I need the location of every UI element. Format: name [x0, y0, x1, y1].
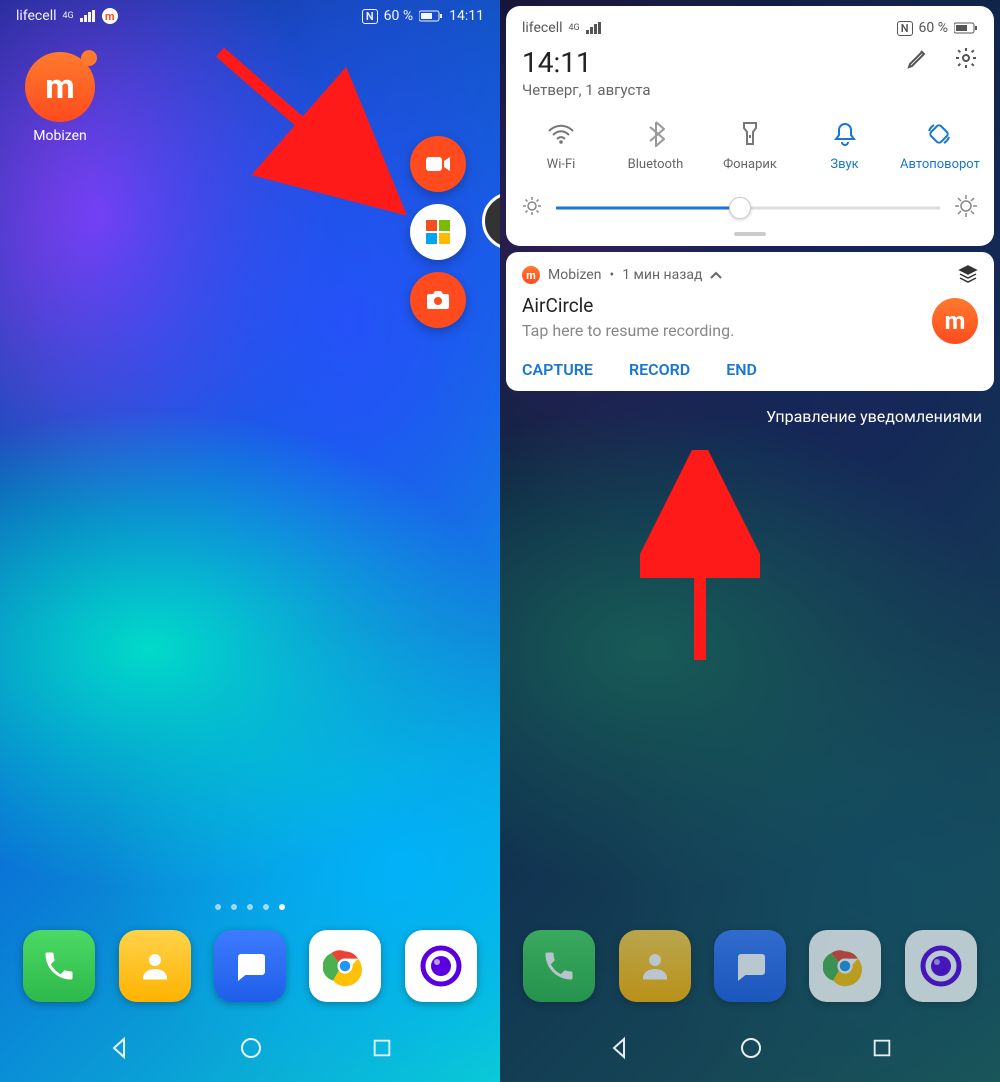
bluetooth-icon	[617, 119, 695, 149]
mobizen-status-icon: m	[102, 8, 118, 24]
dock-camera[interactable]	[905, 930, 977, 1002]
nav-back-button[interactable]	[608, 1036, 632, 1064]
dock-phone[interactable]	[23, 930, 95, 1002]
flashlight-icon	[711, 119, 789, 149]
dock-phone[interactable]	[523, 930, 595, 1002]
carrier-label: lifecell	[16, 8, 57, 24]
toggle-label: Звук	[806, 157, 884, 172]
toggle-label: Bluetooth	[617, 157, 695, 172]
brightness-slider[interactable]	[556, 196, 940, 220]
phone-left: lifecell 4G m N 60 % 14:11 m Mobizen	[0, 0, 500, 1082]
notif-group-icon[interactable]	[958, 264, 978, 288]
dock-chrome[interactable]	[809, 930, 881, 1002]
qs-time: 14:11	[522, 46, 651, 79]
toggle-bluetooth[interactable]: Bluetooth	[617, 119, 695, 172]
toggle-wifi[interactable]: Wi-Fi	[522, 119, 600, 172]
notif-app-icon: m	[522, 266, 540, 284]
notif-title: AirCircle	[522, 294, 978, 317]
battery-icon	[419, 10, 443, 22]
autorotate-icon	[900, 119, 978, 149]
settings-icon[interactable]	[954, 46, 978, 74]
phone-right: lifecell 4G N 60 % 14:11 Четв	[500, 0, 1000, 1082]
dock-camera[interactable]	[405, 930, 477, 1002]
toggle-label: Wi-Fi	[522, 157, 600, 172]
page-indicator	[0, 904, 500, 910]
clock-label: 14:11	[449, 8, 484, 24]
annotation-arrow	[640, 450, 760, 670]
nav-home-button[interactable]	[739, 1036, 763, 1064]
notif-large-icon: m	[932, 298, 978, 344]
dock	[0, 930, 500, 1002]
manage-notifications-link[interactable]: Управление уведомлениями	[500, 391, 1000, 426]
shade-drag-handle[interactable]	[734, 232, 766, 236]
dock	[500, 930, 1000, 1002]
nav-recent-button[interactable]	[371, 1037, 393, 1063]
wifi-icon	[522, 119, 600, 149]
notif-action-capture[interactable]: CAPTURE	[522, 360, 593, 379]
notification-card[interactable]: m Mobizen • 1 мин назад AirCircle Tap he…	[506, 252, 994, 391]
notif-action-end[interactable]: END	[726, 360, 757, 379]
nav-recent-button[interactable]	[871, 1037, 893, 1063]
qs-date: Четверг, 1 августа	[522, 81, 651, 99]
mobizen-icon: m	[25, 52, 95, 122]
status-bar: lifecell 4G N 60 %	[522, 20, 978, 36]
carrier-label: lifecell	[522, 20, 563, 36]
brightness-high-icon	[954, 194, 978, 222]
signal-icon	[586, 22, 602, 34]
aircircle-capture-button[interactable]	[410, 272, 466, 328]
quick-settings-panel: lifecell 4G N 60 % 14:11 Четв	[506, 6, 994, 246]
notif-when: 1 мин назад	[622, 267, 702, 283]
app-label: Mobizen	[16, 128, 104, 144]
network-label: 4G	[63, 11, 74, 21]
dock-messages[interactable]	[714, 930, 786, 1002]
brightness-low-icon	[522, 196, 542, 220]
status-bar: lifecell 4G m N 60 % 14:11	[0, 0, 500, 32]
toggle-sound[interactable]: Звук	[806, 119, 884, 172]
battery-label: 60 %	[384, 8, 413, 24]
dock-chrome[interactable]	[309, 930, 381, 1002]
annotation-arrow	[210, 42, 420, 222]
dock-messages[interactable]	[214, 930, 286, 1002]
brightness-row	[522, 194, 978, 222]
nav-bar	[0, 1018, 500, 1082]
nav-home-button[interactable]	[239, 1036, 263, 1064]
network-label: 4G	[569, 23, 580, 33]
battery-label: 60 %	[919, 20, 948, 36]
toggle-autorotate[interactable]: Автоповорот	[900, 119, 978, 172]
bell-icon	[806, 119, 884, 149]
nav-back-button[interactable]	[108, 1036, 132, 1064]
notification-shade: lifecell 4G N 60 % 14:11 Четв	[500, 0, 1000, 426]
toggle-torch[interactable]: Фонарик	[711, 119, 789, 172]
notif-body: Tap here to resume recording.	[522, 321, 978, 340]
nav-bar	[500, 1018, 1000, 1082]
nfc-icon: N	[362, 9, 378, 24]
dock-contacts[interactable]	[119, 930, 191, 1002]
nfc-icon: N	[897, 21, 913, 36]
chevron-up-icon[interactable]	[710, 267, 722, 283]
notif-app-name: Mobizen	[548, 267, 601, 283]
notif-action-record[interactable]: RECORD	[629, 360, 690, 379]
battery-icon	[954, 22, 978, 34]
signal-icon	[80, 10, 96, 22]
app-mobizen[interactable]: m Mobizen	[16, 52, 104, 144]
toggle-label: Автоповорот	[900, 157, 978, 172]
toggle-label: Фонарик	[711, 157, 789, 172]
dock-contacts[interactable]	[619, 930, 691, 1002]
edit-icon[interactable]	[906, 46, 930, 74]
